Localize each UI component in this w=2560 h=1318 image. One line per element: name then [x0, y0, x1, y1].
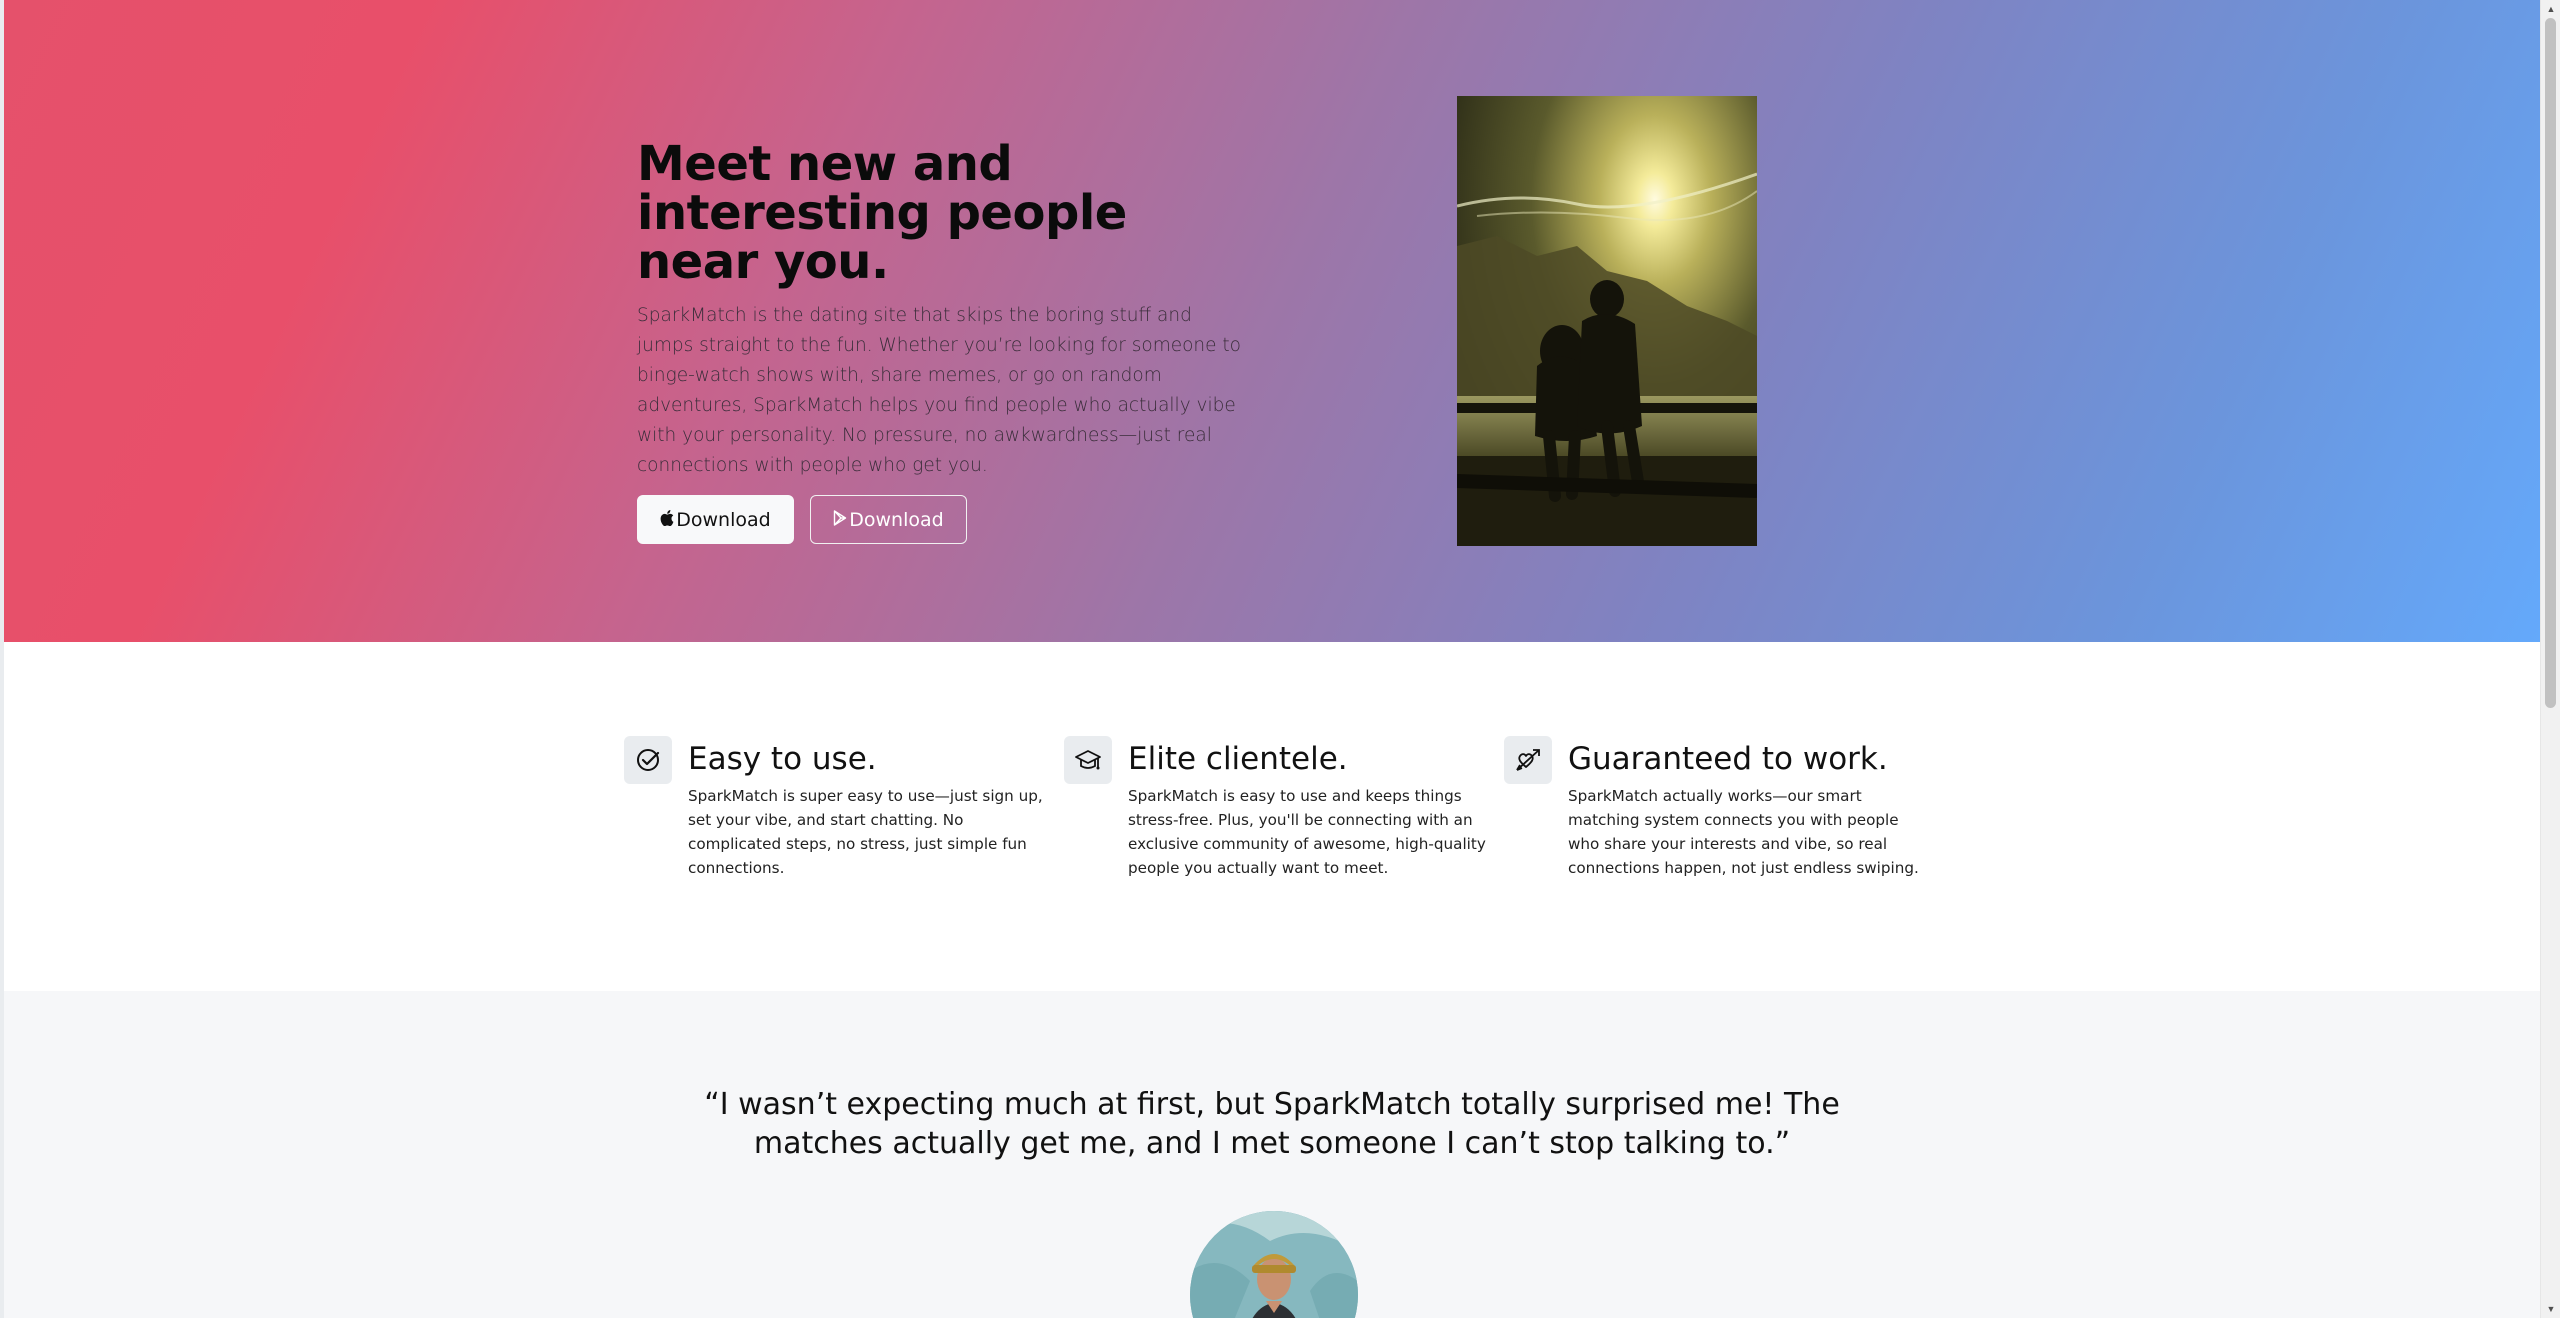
feature-title: Easy to use.	[688, 741, 877, 777]
scroll-up-arrow-icon[interactable]: ▲	[2541, 0, 2560, 18]
apple-icon	[660, 509, 674, 531]
testimonial-quote: “I wasn’t expecting much at first, but S…	[704, 1087, 1840, 1161]
scrollbar-thumb[interactable]	[2545, 18, 2556, 708]
vertical-scrollbar[interactable]: ▲ ▼	[2540, 0, 2560, 1318]
app-store-download-label: Download	[676, 508, 771, 531]
feature-title: Guaranteed to work.	[1568, 741, 1888, 777]
hero-title: Meet new and interesting people near you…	[637, 136, 1127, 290]
play-store-download-label: Download	[849, 508, 944, 531]
app-store-download-button[interactable]: Download	[637, 495, 794, 544]
couple-sunset-photo	[1457, 96, 1757, 546]
check-circle-icon	[624, 736, 672, 784]
feature-easy-body: Easy to use. SparkMatch is super easy to…	[688, 736, 1048, 880]
play-store-download-button[interactable]: Download	[810, 495, 967, 544]
feature-elite-body: Elite clientele. SparkMatch is easy to u…	[1128, 736, 1488, 880]
testimonial-section: “I wasn’t expecting much at first, but S…	[4, 991, 2540, 1318]
hero-text: Meet new and interesting people near you…	[637, 140, 1247, 544]
download-buttons: Download Download	[637, 495, 1247, 544]
feature-description: SparkMatch is easy to use and keeps thin…	[1128, 787, 1486, 877]
scroll-down-arrow-icon[interactable]: ▼	[2541, 1300, 2560, 1318]
hero-description: SparkMatch is the dating site that skips…	[637, 305, 1241, 476]
testimonial-avatar	[1190, 1211, 1358, 1318]
feature-description: SparkMatch actually works—our smart matc…	[1568, 787, 1919, 877]
graduation-cap-icon	[1064, 736, 1112, 784]
play-store-icon	[833, 509, 847, 531]
hero-section: Meet new and interesting people near you…	[4, 0, 2540, 642]
feature-guaranteed-body: Guaranteed to work. SparkMatch actually …	[1568, 736, 1928, 880]
page: Meet new and interesting people near you…	[4, 0, 2540, 1318]
feature-title: Elite clientele.	[1128, 741, 1348, 777]
feature-description: SparkMatch is super easy to use—just sig…	[688, 787, 1043, 877]
arrow-heart-icon	[1504, 736, 1552, 784]
